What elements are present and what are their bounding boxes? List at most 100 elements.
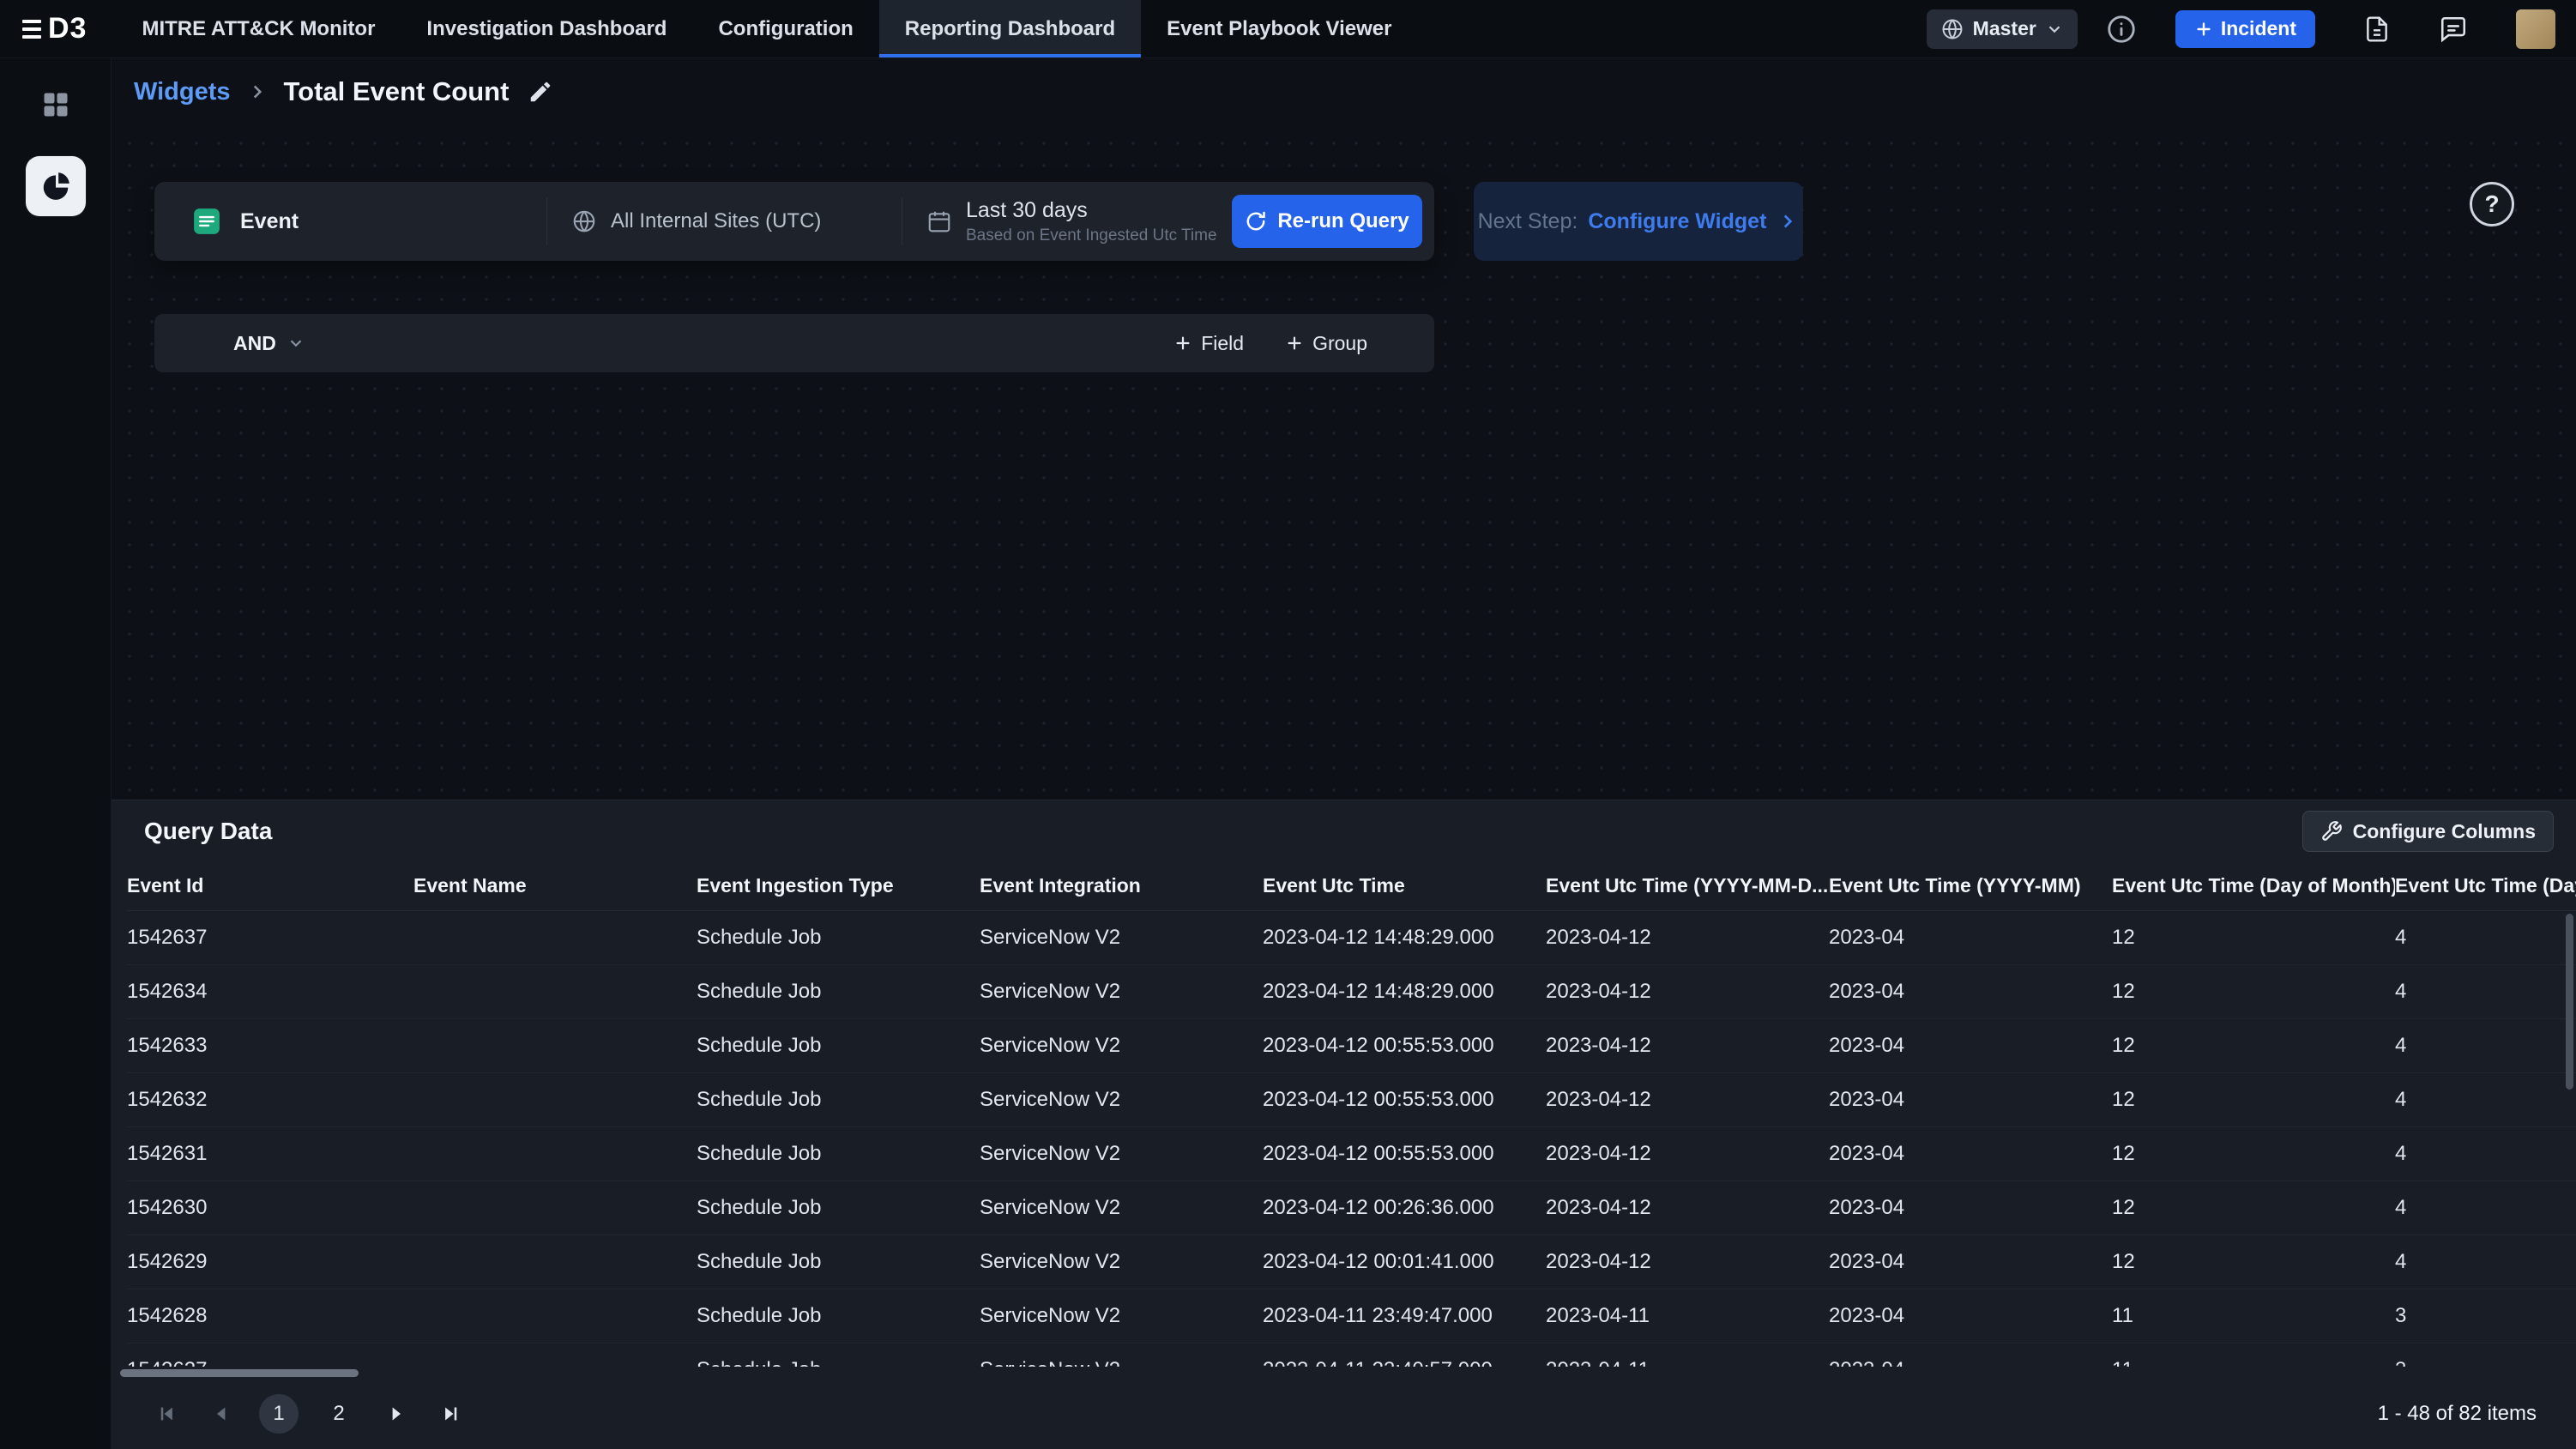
column-header[interactable]: Event Utc Time [1263, 862, 1546, 910]
previous-page-button[interactable] [204, 1397, 238, 1431]
configure-columns-label: Configure Columns [2353, 820, 2536, 843]
table-cell: 1542630 [127, 1180, 413, 1235]
table-cell: Schedule Job [697, 1235, 980, 1289]
table-cell: 4 [2395, 1180, 2576, 1235]
master-dropdown[interactable]: Master [1927, 9, 2078, 49]
table-row[interactable]: 1542632Schedule JobServiceNow V22023-04-… [127, 1072, 2576, 1126]
master-label: Master [1973, 17, 2036, 40]
table-row[interactable]: 1542629Schedule JobServiceNow V22023-04-… [127, 1235, 2576, 1289]
chat-icon[interactable] [2439, 15, 2468, 44]
next-page-button[interactable] [379, 1397, 413, 1431]
nav-item-event-playbook-viewer[interactable]: Event Playbook Viewer [1141, 0, 1417, 57]
table-cell: 2023-04-12 00:55:53.000 [1263, 1072, 1546, 1126]
page-number-1[interactable]: 1 [259, 1394, 299, 1434]
horizontal-scrollbar[interactable] [120, 1369, 359, 1377]
nav-item-investigation-dashboard[interactable]: Investigation Dashboard [401, 0, 692, 57]
column-header[interactable]: Event Ingestion Type [697, 862, 980, 910]
column-header[interactable]: Event Id [127, 862, 413, 910]
dashboard-grid-icon[interactable] [40, 89, 71, 120]
left-sidebar [0, 58, 112, 1449]
document-icon[interactable] [2363, 15, 2391, 43]
table-cell: 12 [2112, 1180, 2395, 1235]
avatar[interactable] [2516, 9, 2555, 49]
table-cell: ServiceNow V2 [980, 1289, 1263, 1343]
configure-columns-button[interactable]: Configure Columns [2302, 811, 2554, 852]
table-cell: 2023-04 [1829, 1018, 2112, 1072]
topnav-right-cluster: Master Incident [1927, 0, 2576, 57]
table-cell: 12 [2112, 1018, 2395, 1072]
table-cell: 2023-04-12 00:55:53.000 [1263, 1126, 1546, 1180]
sites-label: All Internal Sites (UTC) [611, 209, 821, 233]
query-data-title: Query Data [144, 818, 272, 845]
entity-label: Event [240, 209, 299, 234]
table-cell: Schedule Job [697, 1072, 980, 1126]
table-row[interactable]: 1542633Schedule JobServiceNow V22023-04-… [127, 1018, 2576, 1072]
nav-item-reporting-dashboard[interactable]: Reporting Dashboard [879, 0, 1141, 57]
page-number-2[interactable]: 2 [319, 1394, 359, 1434]
nav-item-configuration[interactable]: Configuration [692, 0, 878, 57]
add-group-button[interactable]: Group [1285, 332, 1367, 355]
column-header[interactable]: Event Utc Time (Day of Month) [2112, 862, 2395, 910]
breadcrumb: Widgets Total Event Count [112, 58, 2576, 125]
column-header[interactable]: Event Name [413, 862, 697, 910]
table-row[interactable]: 1542627Schedule JobServiceNow V22023-04-… [127, 1343, 2576, 1367]
table-row[interactable]: 1542634Schedule JobServiceNow V22023-04-… [127, 964, 2576, 1018]
table-cell: 1542628 [127, 1289, 413, 1343]
add-incident-button[interactable]: Incident [2175, 10, 2315, 48]
table-cell [413, 1180, 697, 1235]
table-row[interactable]: 1542630Schedule JobServiceNow V22023-04-… [127, 1180, 2576, 1235]
filter-actions: Field Group [1173, 332, 1434, 355]
time-range-text: Last 30 days Based on Event Ingested Utc… [966, 198, 1217, 245]
table-row[interactable]: 1542628Schedule JobServiceNow V22023-04-… [127, 1289, 2576, 1343]
info-icon[interactable] [2105, 13, 2138, 45]
table-cell: 2023-04-12 14:48:29.000 [1263, 964, 1546, 1018]
help-button[interactable]: ? [2470, 182, 2514, 226]
query-data-header: Query Data Configure Columns [112, 800, 2576, 862]
entity-selector[interactable]: Event [154, 197, 547, 245]
pie-chart-icon [39, 170, 72, 202]
table-cell: 4 [2395, 1018, 2576, 1072]
table-cell: 2023-04 [1829, 964, 2112, 1018]
column-header[interactable]: Event Utc Time (YYYY-MM-D... [1546, 862, 1829, 910]
nav-item-mitre-attck-monitor[interactable]: MITRE ATT&CK Monitor [116, 0, 401, 57]
app-logo[interactable]: D3 [0, 0, 116, 57]
next-step-configure-widget-button[interactable]: Next Step: Configure Widget [1474, 182, 1803, 261]
table-header-row: Event IdEvent NameEvent Ingestion TypeEv… [127, 862, 2576, 910]
sidebar-item-widgets-active[interactable] [26, 156, 86, 216]
logical-operator-dropdown[interactable]: AND [154, 332, 305, 355]
globe-icon [571, 208, 597, 234]
table-cell: 2023-04-12 [1546, 1126, 1829, 1180]
breadcrumb-widgets-link[interactable]: Widgets [134, 78, 231, 106]
table-cell: 2023-04 [1829, 1343, 2112, 1367]
event-entity-icon [192, 207, 221, 236]
vertical-scrollbar[interactable] [2566, 914, 2573, 1090]
table-cell: 2023-04-12 00:01:41.000 [1263, 1235, 1546, 1289]
table-cell: Schedule Job [697, 1289, 980, 1343]
rerun-query-button[interactable]: Re-run Query [1232, 195, 1422, 248]
column-header[interactable]: Event Utc Time (Day [2395, 862, 2576, 910]
site-selector[interactable]: All Internal Sites (UTC) [547, 197, 902, 245]
first-page-button[interactable] [149, 1397, 184, 1431]
table-cell: 2023-04-12 [1546, 964, 1829, 1018]
table-cell: 2023-04 [1829, 1126, 2112, 1180]
last-page-button[interactable] [434, 1397, 468, 1431]
table-cell: 4 [2395, 964, 2576, 1018]
table-cell: 2023-04 [1829, 1180, 2112, 1235]
table-cell: ServiceNow V2 [980, 1343, 1263, 1367]
table-cell: 2023-04-12 00:55:53.000 [1263, 1018, 1546, 1072]
table-cell: 4 [2395, 910, 2576, 964]
table-row[interactable]: 1542631Schedule JobServiceNow V22023-04-… [127, 1126, 2576, 1180]
table-cell: 12 [2112, 1126, 2395, 1180]
table-cell: Schedule Job [697, 1018, 980, 1072]
edit-title-pencil-icon[interactable] [528, 79, 553, 105]
column-header[interactable]: Event Integration [980, 862, 1263, 910]
filter-condition-bar: AND Field [154, 314, 1434, 372]
table-cell: 2023-04-12 [1546, 1235, 1829, 1289]
column-header[interactable]: Event Utc Time (YYYY-MM) [1829, 862, 2112, 910]
table-row[interactable]: 1542637Schedule JobServiceNow V22023-04-… [127, 910, 2576, 964]
table-cell: 2023-04-12 [1546, 1180, 1829, 1235]
add-field-button[interactable]: Field [1173, 332, 1244, 355]
table-cell: 12 [2112, 910, 2395, 964]
time-range-sublabel: Based on Event Ingested Utc Time [966, 226, 1217, 245]
time-range-selector[interactable]: Last 30 days Based on Event Ingested Utc… [902, 197, 1232, 245]
